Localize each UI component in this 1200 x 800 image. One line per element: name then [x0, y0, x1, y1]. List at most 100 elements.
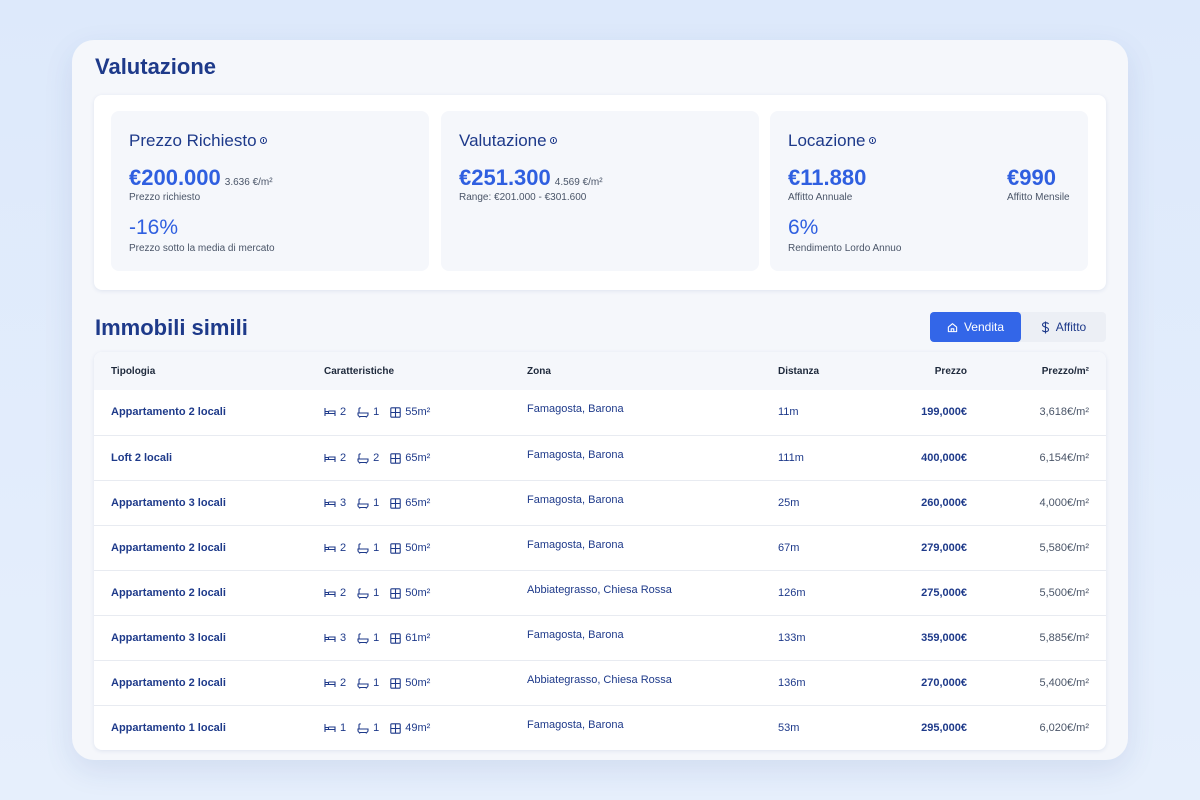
rent-tab[interactable]: Affitto [1021, 312, 1106, 342]
property-type[interactable]: Appartamento 2 locali [111, 406, 226, 418]
floor-area: 50m² [390, 587, 430, 599]
bath-icon [357, 542, 373, 554]
sale-tab-label: Vendita [963, 320, 1005, 334]
bedrooms-count: 2 [340, 677, 347, 689]
bed-icon [324, 723, 340, 733]
property-price-sqm: 3,618€/m² [1039, 406, 1089, 418]
table-row[interactable]: Loft 2 locali 2 2 65m² Famagosta, Barona… [94, 435, 1106, 480]
table-header: Tipologia Caratteristiche Zona Distanza … [94, 352, 1106, 390]
property-type[interactable]: Appartamento 3 locali [111, 632, 226, 644]
bed-icon [324, 498, 340, 508]
column-price[interactable]: Prezzo [935, 366, 967, 377]
floor-area-value: 50m² [405, 542, 431, 554]
bedrooms-count: 2 [340, 587, 347, 599]
floor-area-value: 61m² [405, 632, 431, 644]
column-type[interactable]: Tipologia [111, 366, 155, 377]
property-price-sqm: 6,154€/m² [1039, 452, 1089, 464]
sale-rent-toggle: Vendita Affitto [930, 312, 1106, 342]
bathrooms-count: 1 [373, 632, 380, 644]
bath-icon [357, 677, 373, 689]
property-distance: 67m [778, 542, 800, 554]
bathrooms-count: 1 [373, 677, 380, 689]
similar-properties-title: Immobili simili [95, 315, 248, 340]
area-icon [390, 722, 405, 734]
property-type[interactable]: Appartamento 2 locali [111, 587, 226, 599]
bath-icon [357, 497, 373, 509]
bedrooms-count: 2 [340, 406, 347, 418]
sale-tab[interactable]: Vendita [930, 312, 1021, 342]
table-row[interactable]: Appartamento 3 locali 3 1 61m² Famagosta… [94, 615, 1106, 660]
estimate-value: €251.300 4.569 €/m² [459, 165, 603, 191]
floor-area: 61m² [390, 632, 430, 644]
home-icon [947, 322, 958, 333]
bath-icon [357, 722, 373, 734]
annual-rent-label: Affitto Annuale [788, 192, 853, 203]
floor-area: 49m² [390, 722, 430, 734]
property-type[interactable]: Appartamento 1 locali [111, 722, 226, 734]
column-features[interactable]: Caratteristiche [324, 366, 394, 377]
property-features: 2 1 50m² [324, 587, 441, 599]
bathrooms: 1 [357, 632, 379, 644]
property-price-sqm: 5,500€/m² [1039, 587, 1089, 599]
floor-area: 50m² [390, 677, 430, 689]
bedrooms: 2 [324, 677, 346, 689]
floor-area-value: 55m² [405, 406, 431, 418]
column-price-sqm[interactable]: Prezzo/m² [1042, 366, 1089, 377]
property-price: 279,000€ [921, 542, 967, 554]
property-features: 2 1 50m² [324, 677, 441, 689]
property-price: 199,000€ [921, 406, 967, 418]
floor-area-value: 65m² [405, 497, 431, 509]
table-row[interactable]: Appartamento 2 locali 2 1 50m² Famagosta… [94, 525, 1106, 570]
asking-price-per-sqm: 3.636 €/m² [224, 177, 273, 188]
bedrooms-count: 3 [340, 632, 347, 644]
property-features: 2 1 50m² [324, 542, 441, 554]
bathrooms-count: 1 [373, 542, 380, 554]
area-icon [390, 542, 405, 554]
property-type[interactable]: Loft 2 locali [111, 452, 172, 464]
column-zone[interactable]: Zona [527, 366, 551, 377]
property-type[interactable]: Appartamento 3 locali [111, 497, 226, 509]
property-price-sqm: 4,000€/m² [1039, 497, 1089, 509]
estimate-per-sqm: 4.569 €/m² [554, 177, 603, 188]
property-price: 400,000€ [921, 452, 967, 464]
property-price-sqm: 5,580€/m² [1039, 542, 1089, 554]
property-zone: Famagosta, Barona [527, 494, 624, 506]
table-row[interactable]: Appartamento 3 locali 3 1 65m² Famagosta… [94, 480, 1106, 525]
gross-yield-value: 6% [788, 216, 819, 239]
property-price-sqm: 5,400€/m² [1039, 677, 1089, 689]
column-distance[interactable]: Distanza [778, 366, 819, 377]
property-type[interactable]: Appartamento 2 locali [111, 677, 226, 689]
bedrooms: 2 [324, 406, 346, 418]
property-zone: Famagosta, Barona [527, 403, 624, 415]
property-zone: Famagosta, Barona [527, 539, 624, 551]
similar-properties-table: Tipologia Caratteristiche Zona Distanza … [94, 352, 1106, 750]
table-row[interactable]: Appartamento 1 locali 1 1 49m² Famagosta… [94, 705, 1106, 750]
bedrooms-count: 1 [340, 722, 347, 734]
area-icon [390, 406, 405, 418]
valuation-title: Valutazione [95, 54, 217, 79]
floor-area-value: 49m² [405, 722, 431, 734]
property-type[interactable]: Appartamento 2 locali [111, 542, 226, 554]
table-row[interactable]: Appartamento 2 locali 2 1 50m² Abbiategr… [94, 570, 1106, 615]
info-icon[interactable] [259, 136, 267, 144]
asking-price-label: Prezzo richiesto [129, 192, 201, 203]
info-icon[interactable] [549, 136, 557, 144]
area-icon [390, 632, 405, 644]
table-row[interactable]: Appartamento 2 locali 2 1 50m² Abbiategr… [94, 660, 1106, 705]
table-row[interactable]: Appartamento 2 locali 2 1 55m² Famagosta… [94, 390, 1106, 435]
property-distance: 111m [778, 452, 804, 464]
floor-area: 50m² [390, 542, 430, 554]
property-features: 2 2 65m² [324, 452, 441, 464]
property-price: 275,000€ [921, 587, 967, 599]
bedrooms: 1 [324, 722, 346, 734]
property-distance: 11m [778, 406, 799, 418]
property-price: 359,000€ [921, 632, 967, 644]
property-zone: Famagosta, Barona [527, 629, 624, 641]
area-icon [390, 587, 405, 599]
floor-area: 65m² [390, 497, 430, 509]
floor-area-value: 50m² [405, 677, 431, 689]
monthly-rent-value: €990 [1007, 165, 1056, 190]
bed-icon [324, 633, 340, 643]
property-price: 270,000€ [921, 677, 967, 689]
info-icon[interactable] [868, 136, 876, 144]
